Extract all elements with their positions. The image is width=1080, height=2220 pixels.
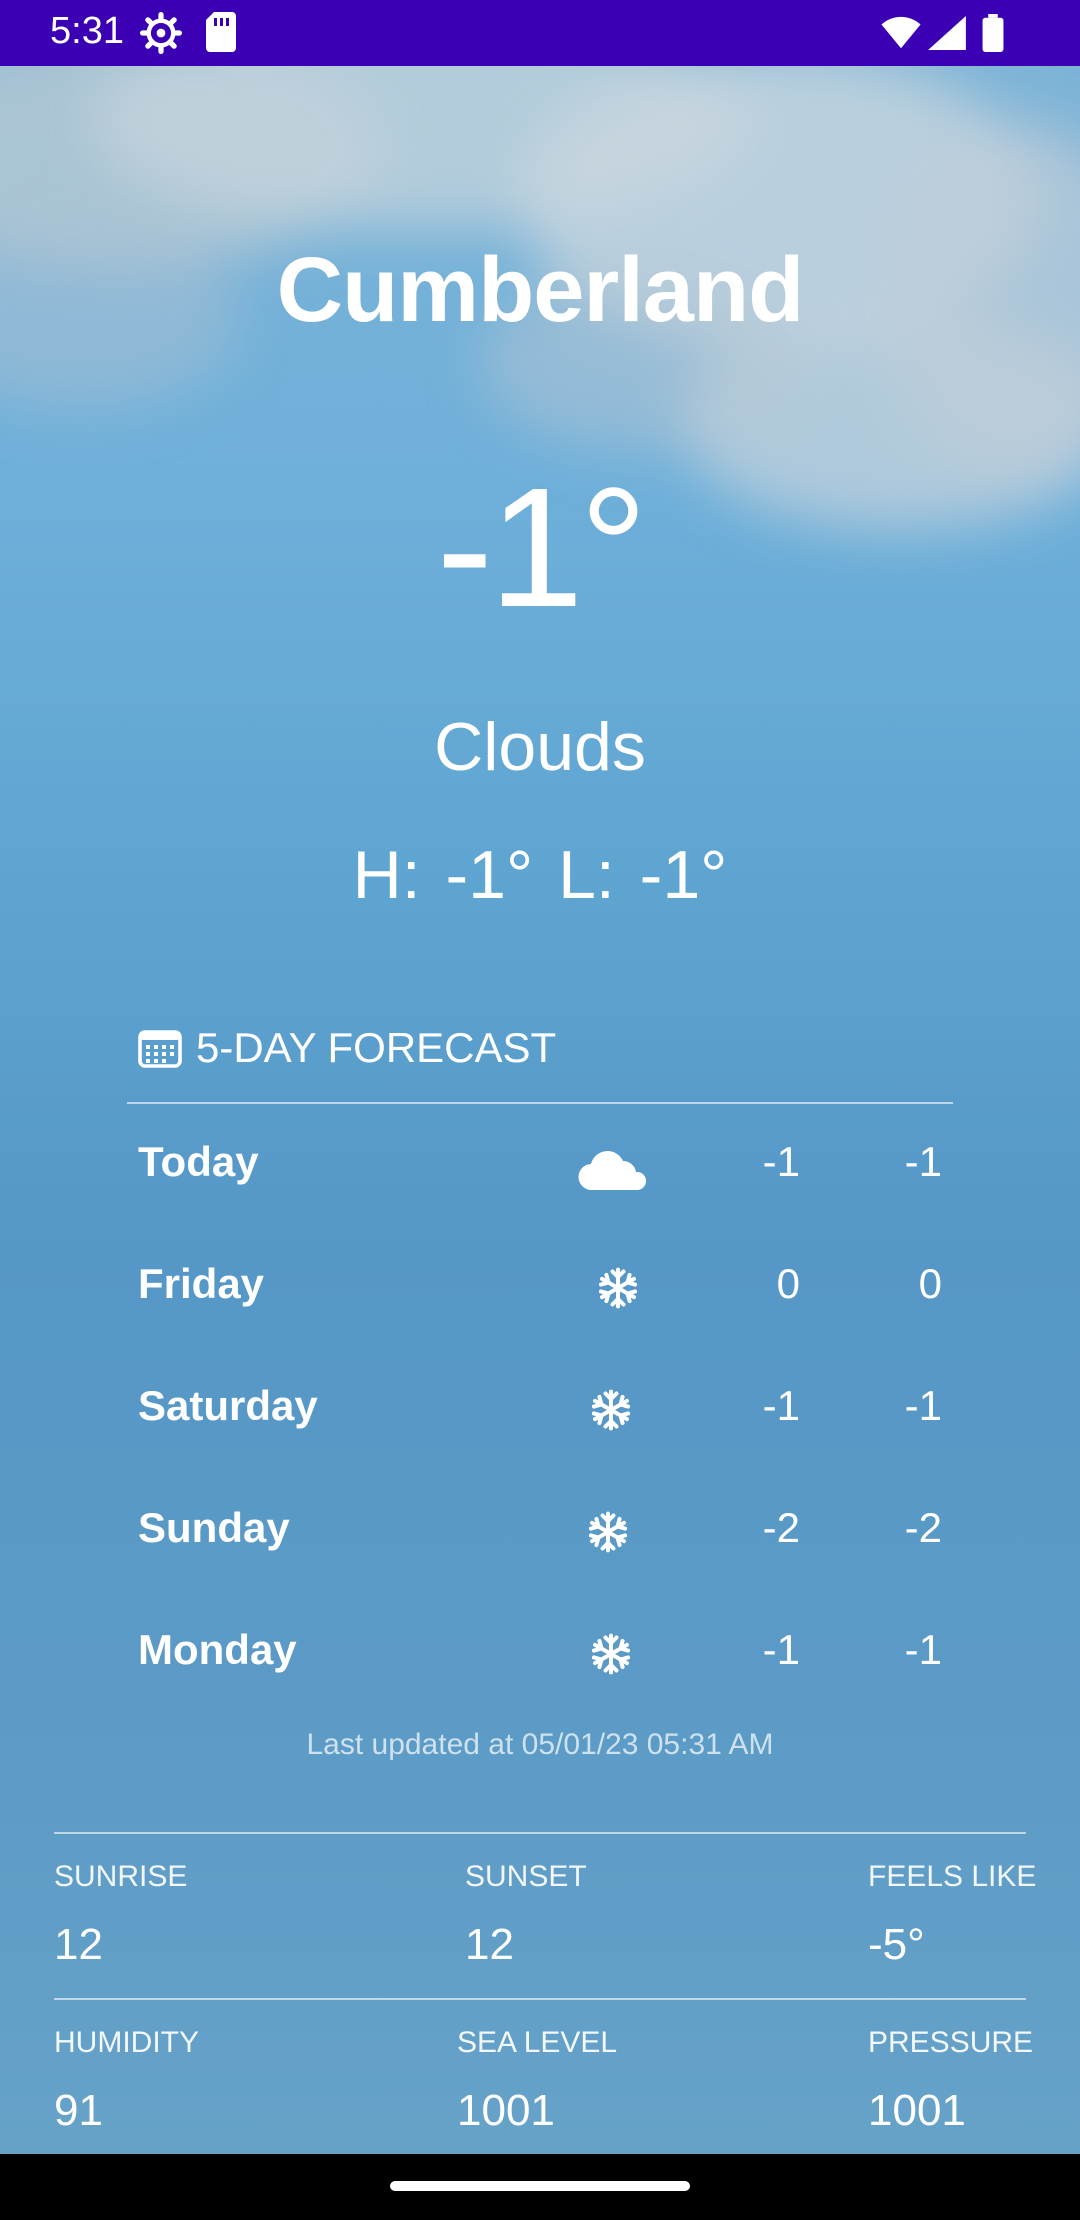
forecast-row-monday: Monday -1 -1 [0, 1614, 1080, 1694]
current-temperature: -1° [436, 453, 647, 643]
status-bar: 5:31 [0, 0, 1080, 66]
sunrise-value: 12 [54, 1920, 103, 1969]
high-low-temperature: H: -1° L: -1° [352, 837, 728, 913]
snowflake-icon [591, 1633, 631, 1675]
weather-condition: Clouds [434, 709, 646, 785]
city-name: Cumberland [276, 239, 805, 341]
forecast-row-sunday: Sunday -2 -2 [0, 1492, 1080, 1572]
details-divider-top [54, 1832, 1026, 1834]
sunset-label: SUNSET [465, 1860, 587, 1893]
forecast-high: -1 [762, 1382, 800, 1429]
forecast-low: -1 [904, 1382, 942, 1429]
forecast-day: Today [138, 1138, 259, 1185]
forecast-row-today: Today -1 -1 [0, 1126, 1080, 1206]
feels-like-label: FEELS LIKE [868, 1860, 1037, 1893]
sea-level-label: SEA LEVEL [457, 2026, 618, 2059]
sea-level-value: 1001 [457, 2086, 555, 2135]
forecast-low: -1 [904, 1138, 942, 1185]
forecast-header: 5-DAY FORECAST [138, 1024, 556, 1072]
forecast-row-saturday: Saturday -1 -1 [0, 1370, 1080, 1450]
forecast-row-friday: Friday 0 0 [0, 1248, 1080, 1328]
details-divider-middle [54, 1998, 1026, 2000]
feels-like-value: -5° [868, 1920, 925, 1969]
home-handle-icon[interactable] [390, 2179, 690, 2193]
forecast-high: -2 [762, 1504, 800, 1551]
forecast-low: -2 [904, 1504, 942, 1551]
pressure-value: 1001 [868, 2086, 966, 2135]
forecast-divider [127, 1102, 953, 1104]
pressure-label: PRESSURE [868, 2026, 1034, 2059]
weather-screen: 5:31 Cumberland -1° Clouds H: -1° L: -1°… [0, 0, 1080, 2154]
cloud-icon [578, 1151, 647, 1191]
humidity-label: HUMIDITY [54, 2026, 199, 2059]
last-updated-text: Last updated at 05/01/23 05:31 AM [306, 1728, 774, 1761]
battery-icon [982, 14, 1004, 52]
snowflake-icon [598, 1267, 638, 1309]
forecast-low: -1 [904, 1626, 942, 1673]
forecast-high: 0 [776, 1260, 800, 1307]
sd-card-icon [206, 12, 236, 52]
settings-gear-icon [140, 12, 182, 54]
forecast-day: Monday [138, 1626, 297, 1673]
status-time: 5:31 [50, 10, 124, 52]
forecast-high: -1 [762, 1626, 800, 1673]
navigation-bar [0, 2154, 1080, 2220]
forecast-day: Saturday [138, 1382, 318, 1429]
signal-icon [928, 16, 966, 50]
sunset-value: 12 [465, 1920, 514, 1969]
calendar-icon [138, 1030, 182, 1068]
forecast-low: 0 [918, 1260, 942, 1307]
snowflake-icon [591, 1389, 631, 1431]
forecast-day: Sunday [138, 1504, 290, 1551]
forecast-high: -1 [762, 1138, 800, 1185]
wifi-icon [881, 16, 921, 49]
forecast-day: Friday [138, 1260, 265, 1307]
snowflake-icon [588, 1511, 628, 1553]
humidity-value: 91 [54, 2086, 103, 2135]
forecast-title: 5-DAY FORECAST [196, 1024, 557, 1071]
sunrise-label: SUNRISE [54, 1860, 188, 1893]
